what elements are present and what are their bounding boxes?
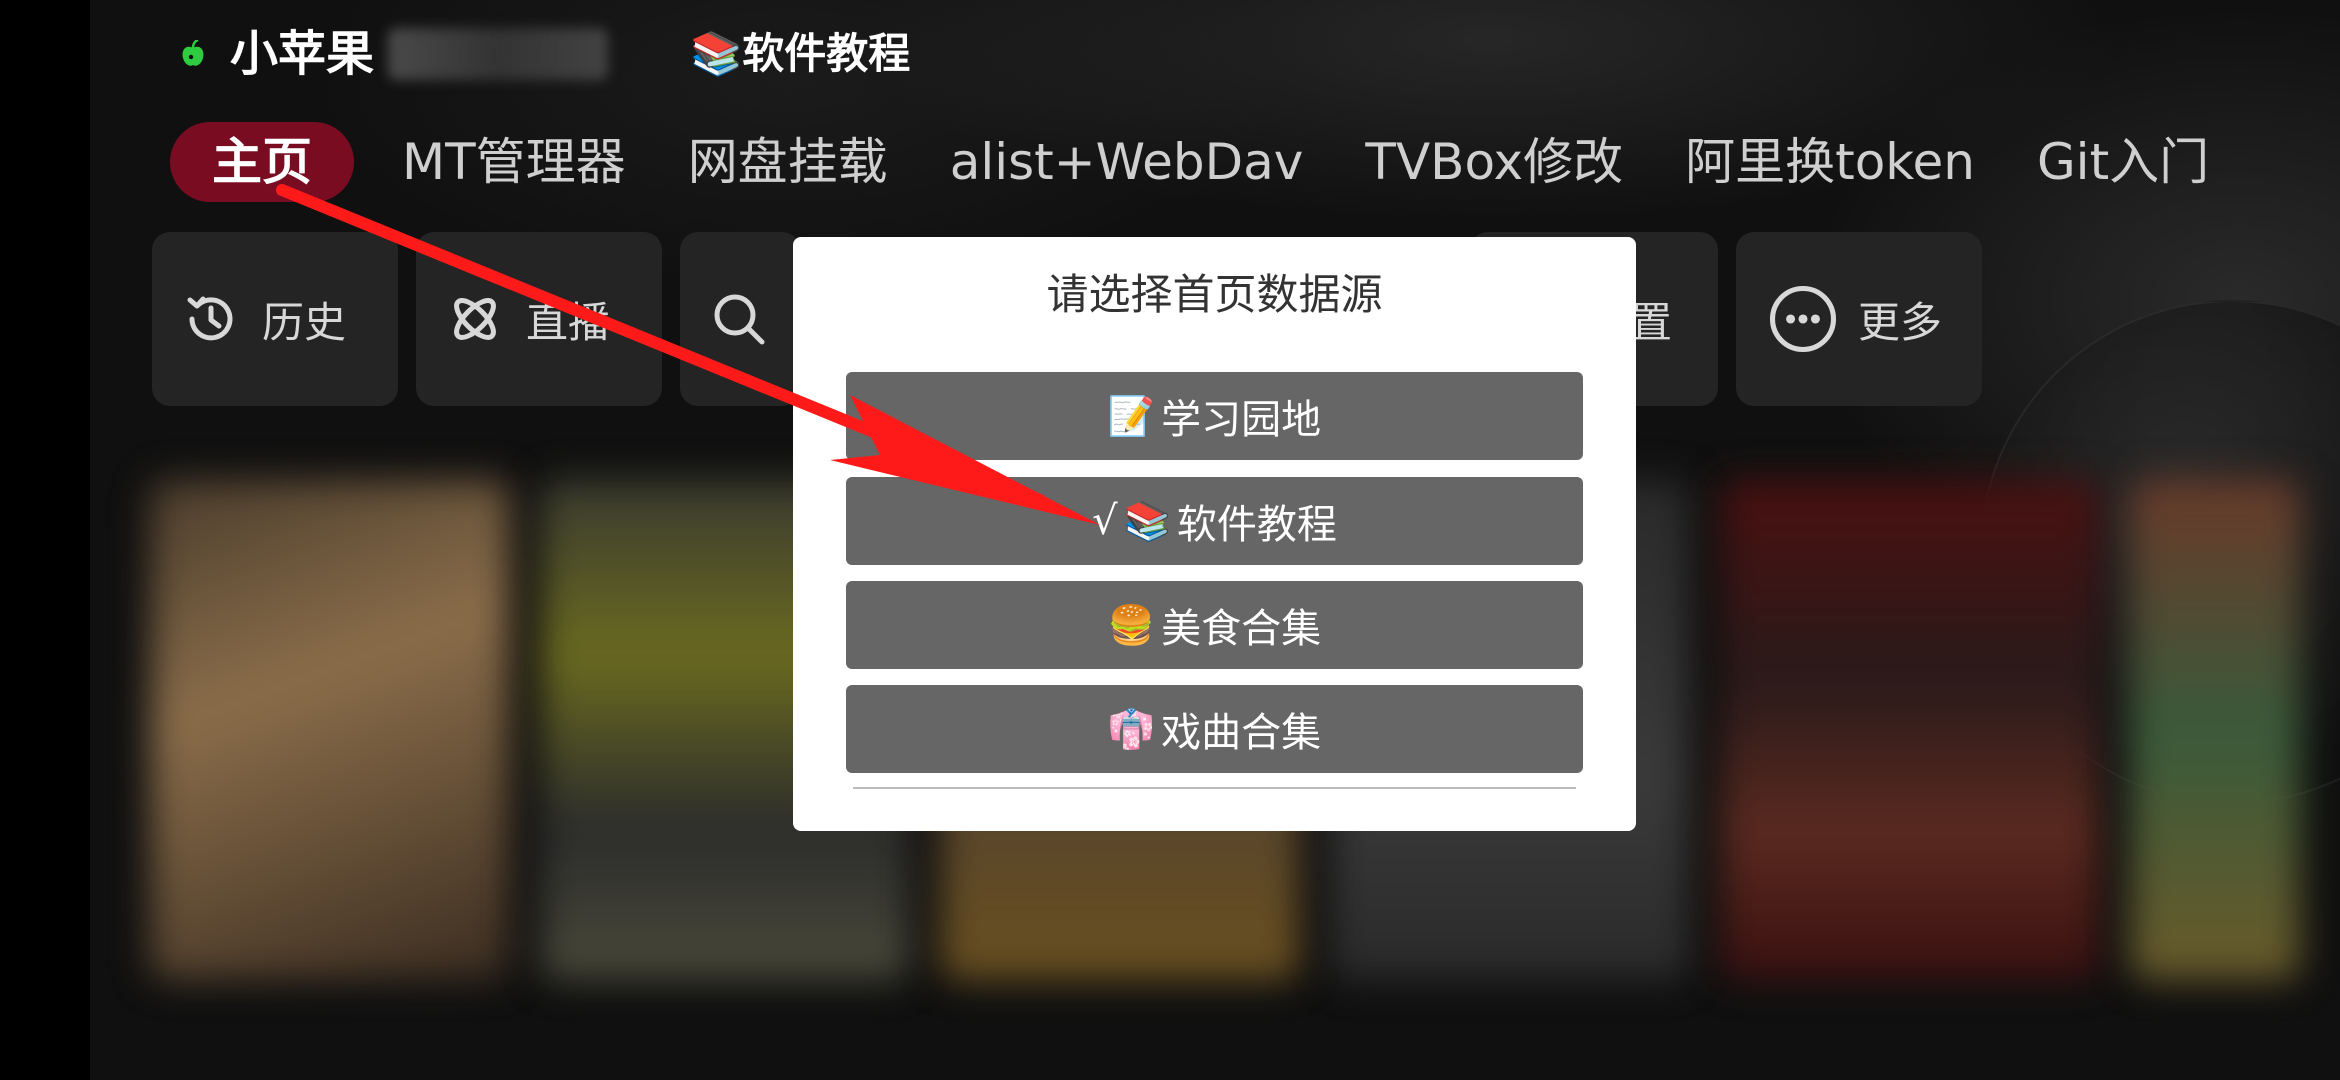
kimono-icon: 👘 — [1107, 706, 1156, 751]
search-button[interactable] — [680, 232, 800, 406]
live-button[interactable]: 直播 — [416, 232, 662, 406]
option-food-collection[interactable]: 🍔 美食合集 — [846, 581, 1583, 669]
history-icon — [187, 296, 233, 341]
home-source-dialog: 请选择首页数据源 📝 学习园地 √ 📚 软件教程 🍔 美食合集 👘 戏曲合集 — [793, 237, 1636, 831]
tab-netdisk-mount[interactable]: 网盘挂载 — [688, 122, 888, 202]
dialog-title: 请选择首页数据源 — [1046, 270, 1383, 319]
tab-alist-webdav[interactable]: alist+WebDav — [950, 122, 1304, 202]
search-icon — [714, 294, 765, 345]
option-label: 学习园地 — [1161, 397, 1322, 443]
option-study-garden[interactable]: 📝 学习园地 — [846, 372, 1583, 460]
category-tabs: 主页 MT管理器 网盘挂载 alist+WebDav TVBox修改 阿里换to… — [170, 122, 2271, 202]
blurred-username — [388, 28, 608, 80]
tab-ali-token[interactable]: 阿里换token — [1685, 122, 1975, 202]
tab-tvbox-modify[interactable]: TVBox修改 — [1365, 122, 1623, 202]
tab-home[interactable]: 主页 — [170, 122, 354, 202]
memo-icon: 📝 — [1107, 393, 1156, 438]
more-icon — [1769, 285, 1837, 353]
atom-icon — [454, 298, 496, 340]
tab-git-intro[interactable]: Git入门 — [2037, 122, 2209, 202]
app-title: 小苹果 — [230, 26, 375, 82]
left-edge-bar — [0, 0, 90, 1080]
option-label: 软件教程 — [1176, 502, 1337, 548]
more-button[interactable]: 更多 — [1736, 232, 1982, 406]
poster-5[interactable] — [1720, 480, 2100, 980]
books-icon: 📚 — [1123, 498, 1171, 543]
burger-icon: 🍔 — [1107, 602, 1156, 647]
app-screen: 小苹果 📚软件教程 主页 MT管理器 网盘挂载 alist+WebDav TVB… — [0, 0, 2340, 1080]
history-label: 历史 — [262, 297, 347, 347]
option-software-tutorial[interactable]: √ 📚 软件教程 — [846, 477, 1583, 565]
current-source-label[interactable]: 📚软件教程 — [690, 24, 910, 84]
more-label: 更多 — [1858, 297, 1943, 347]
history-button[interactable]: 历史 — [152, 232, 398, 406]
dialog-divider — [853, 787, 1576, 789]
live-label: 直播 — [526, 297, 611, 347]
poster-6[interactable] — [2130, 480, 2300, 980]
tab-mt-manager[interactable]: MT管理器 — [402, 122, 626, 202]
option-opera-collection[interactable]: 👘 戏曲合集 — [846, 685, 1583, 773]
option-label: 美食合集 — [1161, 606, 1322, 652]
selected-check-icon: √ — [1092, 498, 1118, 544]
poster-1[interactable] — [150, 480, 510, 980]
apple-logo-icon — [182, 40, 204, 66]
settings-label-partial: 置 — [1630, 297, 1673, 347]
option-label: 戏曲合集 — [1161, 710, 1322, 756]
